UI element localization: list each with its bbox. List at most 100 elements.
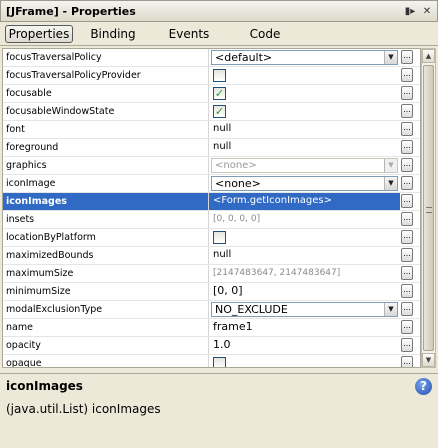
property-name: name — [3, 319, 209, 336]
property-value[interactable]: 1.0 — [209, 337, 400, 354]
value-text: 1.0 — [213, 338, 231, 351]
property-name: insets — [3, 211, 209, 228]
property-value[interactable]: <default> ▼ — [209, 49, 400, 66]
custom-editor-button[interactable]: ... — [401, 230, 413, 244]
property-value[interactable]: <Form.getIconImages> — [209, 193, 400, 210]
custom-editor-button[interactable]: ... — [401, 194, 413, 208]
custom-editor-button[interactable]: ... — [401, 212, 413, 226]
property-name: maximizedBounds — [3, 247, 209, 264]
chevron-down-icon[interactable]: ▼ — [384, 51, 397, 64]
property-row[interactable]: minimumSize [0, 0]... — [3, 283, 420, 301]
chevron-down-icon[interactable]: ▼ — [384, 303, 397, 316]
custom-editor-button[interactable]: ... — [401, 284, 413, 298]
custom-editor-button[interactable]: ... — [401, 302, 413, 316]
chevron-down-icon[interactable]: ▼ — [384, 177, 397, 190]
property-name: graphics — [3, 157, 209, 174]
description-text: (java.util.List) iconImages — [6, 402, 161, 416]
property-row[interactable]: maximizedBounds null... — [3, 247, 420, 265]
chevron-down-icon[interactable]: ▼ — [384, 159, 397, 172]
property-row[interactable]: opaque... — [3, 355, 420, 367]
custom-editor-button[interactable]: ... — [401, 320, 413, 334]
title-bar: [JFrame] - Properties ▮▸ ✕ — [0, 0, 438, 22]
property-row[interactable]: maximumSize [2147483647, 2147483647]... — [3, 265, 420, 283]
custom-editor-button[interactable]: ... — [401, 248, 413, 262]
property-value[interactable] — [209, 355, 400, 367]
property-name: iconImages — [3, 193, 209, 210]
unchecked-checkbox[interactable] — [213, 357, 226, 367]
custom-editor-button[interactable]: ... — [401, 122, 413, 136]
property-row[interactable]: locationByPlatform... — [3, 229, 420, 247]
tab-events[interactable]: Events — [153, 25, 225, 43]
tab-code[interactable]: Code — [229, 25, 301, 43]
custom-editor-button[interactable]: ... — [401, 338, 413, 352]
property-row[interactable]: opacity 1.0... — [3, 337, 420, 355]
property-value[interactable]: ✓ — [209, 103, 400, 120]
property-row[interactable]: focusableWindowState ✓... — [3, 103, 420, 121]
property-value[interactable]: NO_EXCLUDE ▼ — [209, 301, 400, 318]
property-name: locationByPlatform — [3, 229, 209, 246]
property-name: opaque — [3, 355, 209, 367]
scroll-up-arrow-icon[interactable]: ▲ — [422, 49, 435, 63]
custom-editor-button[interactable]: ... — [401, 140, 413, 154]
vertical-scrollbar[interactable]: ▲ ▼ — [421, 48, 436, 368]
property-value[interactable]: [0, 0, 0, 0] — [209, 211, 400, 228]
scroll-thumb[interactable] — [423, 65, 434, 351]
property-value[interactable]: ✓ — [209, 85, 400, 102]
property-row[interactable]: font null... — [3, 121, 420, 139]
custom-editor-button[interactable]: ... — [401, 86, 413, 100]
value-text: null — [213, 249, 232, 260]
value-text: <Form.getIconImages> — [213, 195, 332, 206]
tab-binding[interactable]: Binding — [77, 25, 149, 43]
dropdown-value: NO_EXCLUDE — [215, 303, 288, 316]
property-value[interactable]: null — [209, 139, 400, 156]
property-row[interactable]: modalExclusionType NO_EXCLUDE ▼... — [3, 301, 420, 319]
value-dropdown[interactable]: NO_EXCLUDE ▼ — [211, 302, 398, 317]
value-dropdown: <none> ▼ — [211, 158, 398, 173]
property-name: focusTraversalPolicy — [3, 49, 209, 66]
property-name: modalExclusionType — [3, 301, 209, 318]
property-value[interactable]: [0, 0] — [209, 283, 400, 300]
close-icon[interactable]: ✕ — [420, 4, 434, 18]
tab-properties[interactable]: Properties — [5, 24, 73, 43]
property-value[interactable]: [2147483647, 2147483647] — [209, 265, 400, 282]
property-value[interactable]: <none> ▼ — [209, 157, 400, 174]
custom-editor-button[interactable]: ... — [401, 266, 413, 280]
property-name: focusableWindowState — [3, 103, 209, 120]
property-value[interactable] — [209, 67, 400, 84]
value-dropdown[interactable]: <default> ▼ — [211, 50, 398, 65]
checked-checkbox[interactable]: ✓ — [213, 105, 226, 118]
property-row[interactable]: insets [0, 0, 0, 0]... — [3, 211, 420, 229]
property-row[interactable]: focusable ✓... — [3, 85, 420, 103]
custom-editor-button[interactable]: ... — [401, 176, 413, 190]
value-dropdown[interactable]: <none> ▼ — [211, 176, 398, 191]
property-row[interactable]: graphics <none> ▼... — [3, 157, 420, 175]
property-value[interactable]: frame1 — [209, 319, 400, 336]
property-name: font — [3, 121, 209, 138]
property-name: iconImage — [3, 175, 209, 192]
property-value[interactable]: null — [209, 247, 400, 264]
custom-editor-button[interactable]: ... — [401, 104, 413, 118]
unchecked-checkbox[interactable] — [213, 231, 226, 244]
checked-checkbox[interactable]: ✓ — [213, 87, 226, 100]
property-row[interactable]: iconImage <none> ▼... — [3, 175, 420, 193]
help-icon[interactable]: ? — [415, 378, 432, 395]
property-value[interactable] — [209, 229, 400, 246]
value-text: null — [213, 141, 232, 152]
property-row[interactable]: iconImages <Form.getIconImages>... — [3, 193, 420, 211]
property-name: foreground — [3, 139, 209, 156]
dock-icon[interactable]: ▮▸ — [403, 4, 417, 18]
property-row[interactable]: foreground null... — [3, 139, 420, 157]
dropdown-value: <default> — [215, 51, 273, 64]
custom-editor-button[interactable]: ... — [401, 158, 413, 172]
scroll-down-arrow-icon[interactable]: ▼ — [422, 353, 435, 367]
property-value[interactable]: <none> ▼ — [209, 175, 400, 192]
custom-editor-button[interactable]: ... — [401, 68, 413, 82]
property-value[interactable]: null — [209, 121, 400, 138]
custom-editor-button[interactable]: ... — [401, 50, 413, 64]
property-row[interactable]: focusTraversalPolicy <default> ▼... — [3, 49, 420, 67]
property-row[interactable]: focusTraversalPolicyProvider... — [3, 67, 420, 85]
unchecked-checkbox[interactable] — [213, 69, 226, 82]
property-row[interactable]: name frame1... — [3, 319, 420, 337]
custom-editor-button[interactable]: ... — [401, 356, 413, 367]
property-name: focusable — [3, 85, 209, 102]
